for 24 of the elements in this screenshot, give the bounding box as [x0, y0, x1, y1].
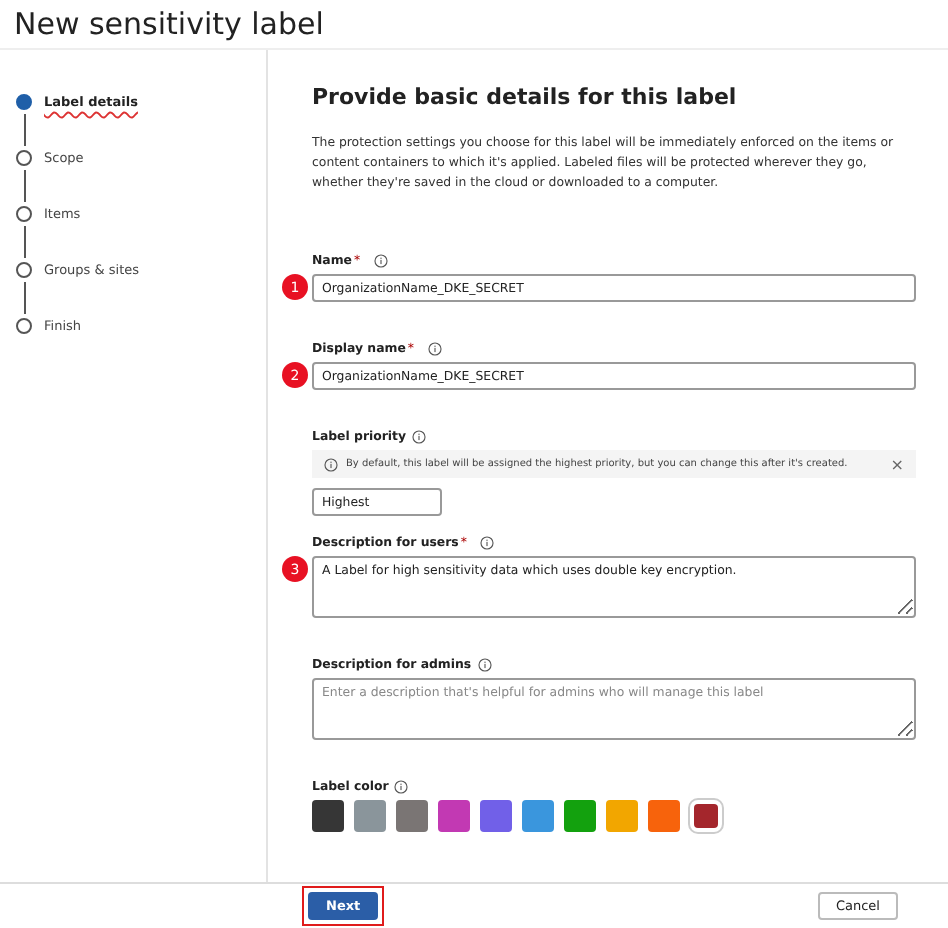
step-connector — [24, 114, 26, 146]
color-swatch[interactable] — [354, 800, 386, 832]
color-swatch[interactable] — [480, 800, 512, 832]
color-swatch[interactable] — [694, 804, 718, 828]
info-icon[interactable] — [427, 342, 442, 356]
step-connector — [24, 226, 26, 258]
info-icon[interactable] — [412, 430, 427, 444]
close-button[interactable]: × — [890, 455, 904, 473]
color-swatch[interactable] — [396, 800, 428, 832]
color-swatch[interactable] — [312, 800, 344, 832]
color-swatch[interactable] — [648, 800, 680, 832]
color-swatch[interactable] — [564, 800, 596, 832]
info-icon[interactable] — [477, 658, 492, 672]
info-icon[interactable] — [374, 254, 389, 268]
color-swatch[interactable] — [522, 800, 554, 832]
step-connector — [24, 170, 26, 202]
color-swatch[interactable] — [438, 800, 470, 832]
info-icon[interactable] — [324, 457, 338, 471]
window-title: New sensitivity label — [14, 6, 324, 42]
step-connector — [24, 282, 26, 314]
page-heading: Provide basic details for this label — [312, 84, 739, 110]
info-icon[interactable] — [394, 780, 409, 794]
info-icon[interactable] — [480, 536, 495, 550]
color-swatch[interactable] — [606, 800, 638, 832]
